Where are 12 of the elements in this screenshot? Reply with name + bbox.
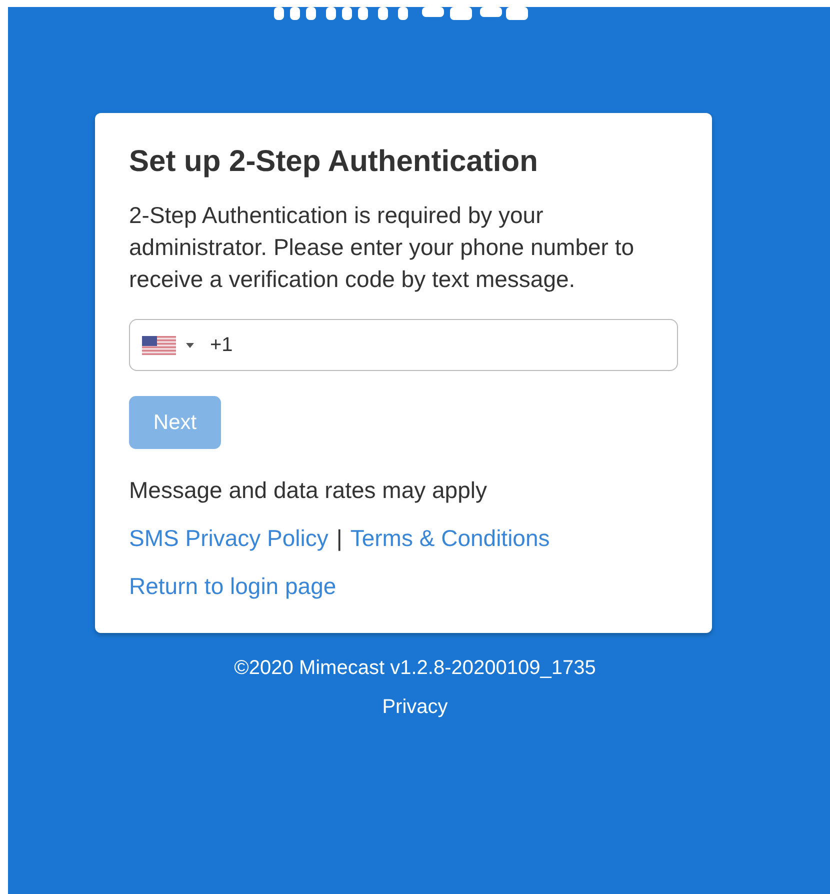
policy-link[interactable]: SMS Privacy Policy [129, 525, 328, 551]
return-link[interactable]: Return to login page [129, 573, 336, 599]
flag-icon [142, 336, 176, 354]
separator: | [336, 525, 342, 551]
notice-text: Message and data rates may apply [129, 477, 488, 503]
card-title: Set up 2-Step Authentication [129, 145, 539, 179]
phone-field[interactable]: +1 [129, 319, 678, 371]
privacy-link[interactable]: Privacy [382, 696, 448, 719]
caret-icon[interactable] [186, 342, 194, 348]
policy-link[interactable]: Terms & Conditions [350, 525, 550, 551]
description: 2-Step Authentication is required by your administrator. Please enter your phone number to receive a verification code by text message. [129, 201, 636, 294]
copyright-text: ©2020 Mimecast v1.2.8-20200109_1735 [234, 657, 596, 680]
